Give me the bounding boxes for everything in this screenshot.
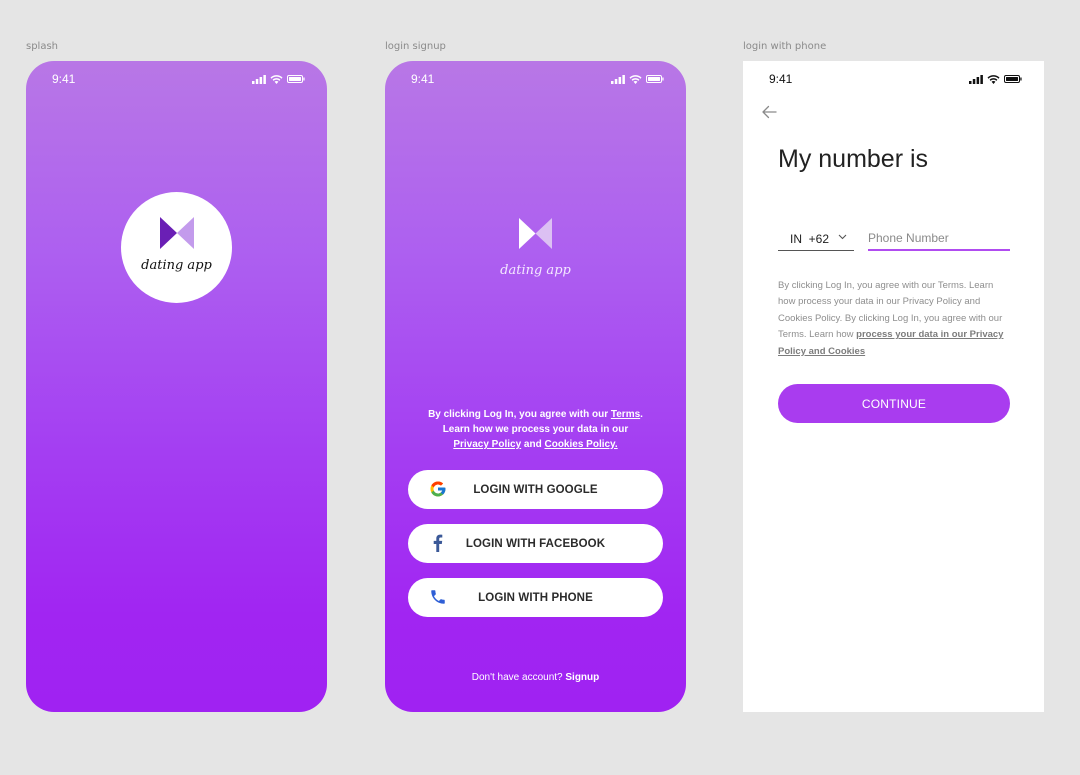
chevron-down-icon [838, 234, 847, 239]
login-signup-screen: 9:41 dating app By clicking Log In, you … [385, 61, 686, 712]
brand-name: dating app [141, 258, 212, 273]
status-icons [969, 74, 1022, 84]
status-bar: 9:41 [411, 72, 664, 86]
status-icons [252, 74, 305, 84]
phone-terms-text: By clicking Log In, you agree with our T… [778, 278, 1010, 360]
status-icons [611, 74, 664, 84]
signal-icon [252, 74, 266, 84]
signup-prompt-text: Don't have account? [471, 672, 566, 683]
country-code-select[interactable]: IN +62 [778, 227, 854, 251]
battery-icon [646, 75, 664, 83]
signup-prompt: Don't have account? Signup [385, 672, 686, 683]
facebook-icon [433, 534, 443, 552]
status-bar: 9:41 [769, 72, 1022, 86]
cookies-policy-link[interactable]: Cookies Policy. [544, 439, 617, 450]
frame-label-login-signup: login signup [385, 41, 446, 52]
signup-link[interactable]: Signup [565, 672, 599, 683]
splash-logo-circle: dating app [121, 192, 232, 303]
terms-part3: and [521, 439, 545, 450]
login-google-button[interactable]: LOGIN WITH GOOGLE [408, 470, 663, 509]
splash-screen: 9:41 dating app [26, 61, 327, 712]
login-phone-screen: 9:41 My number is IN +62 By clicking Log… [743, 61, 1044, 712]
status-time: 9:41 [769, 72, 793, 86]
battery-icon [287, 75, 305, 83]
login-phone-button[interactable]: LOGIN WITH PHONE [408, 578, 663, 617]
frame-label-login-phone: login with phone [743, 41, 827, 52]
frame-label-splash: splash [26, 41, 59, 52]
status-time: 9:41 [52, 72, 76, 86]
country-code-value: IN +62 [790, 231, 830, 246]
continue-button[interactable]: CONTINUE [778, 384, 1010, 423]
signal-icon [611, 74, 625, 84]
wifi-icon [270, 74, 283, 84]
terms-part1: By clicking Log In, you agree with our [428, 409, 611, 420]
battery-icon [1004, 75, 1022, 83]
terms-link[interactable]: Terms [611, 409, 640, 420]
phone-icon [431, 590, 445, 604]
phone-number-input[interactable] [868, 227, 1010, 251]
wifi-icon [629, 74, 642, 84]
back-arrow-icon[interactable] [761, 105, 777, 119]
page-title: My number is [778, 145, 929, 173]
google-icon [430, 481, 446, 497]
brand-name: dating app [500, 263, 571, 278]
logo-bowtie-icon [160, 217, 194, 249]
wifi-icon [987, 74, 1000, 84]
signal-icon [969, 74, 983, 84]
privacy-policy-link[interactable]: Privacy Policy [453, 439, 521, 450]
login-facebook-button[interactable]: LOGIN WITH FACEBOOK [408, 524, 663, 563]
status-bar: 9:41 [52, 72, 305, 86]
terms-text: By clicking Log In, you agree with our T… [425, 407, 646, 452]
status-time: 9:41 [411, 72, 435, 86]
logo-bowtie-icon [519, 218, 552, 249]
